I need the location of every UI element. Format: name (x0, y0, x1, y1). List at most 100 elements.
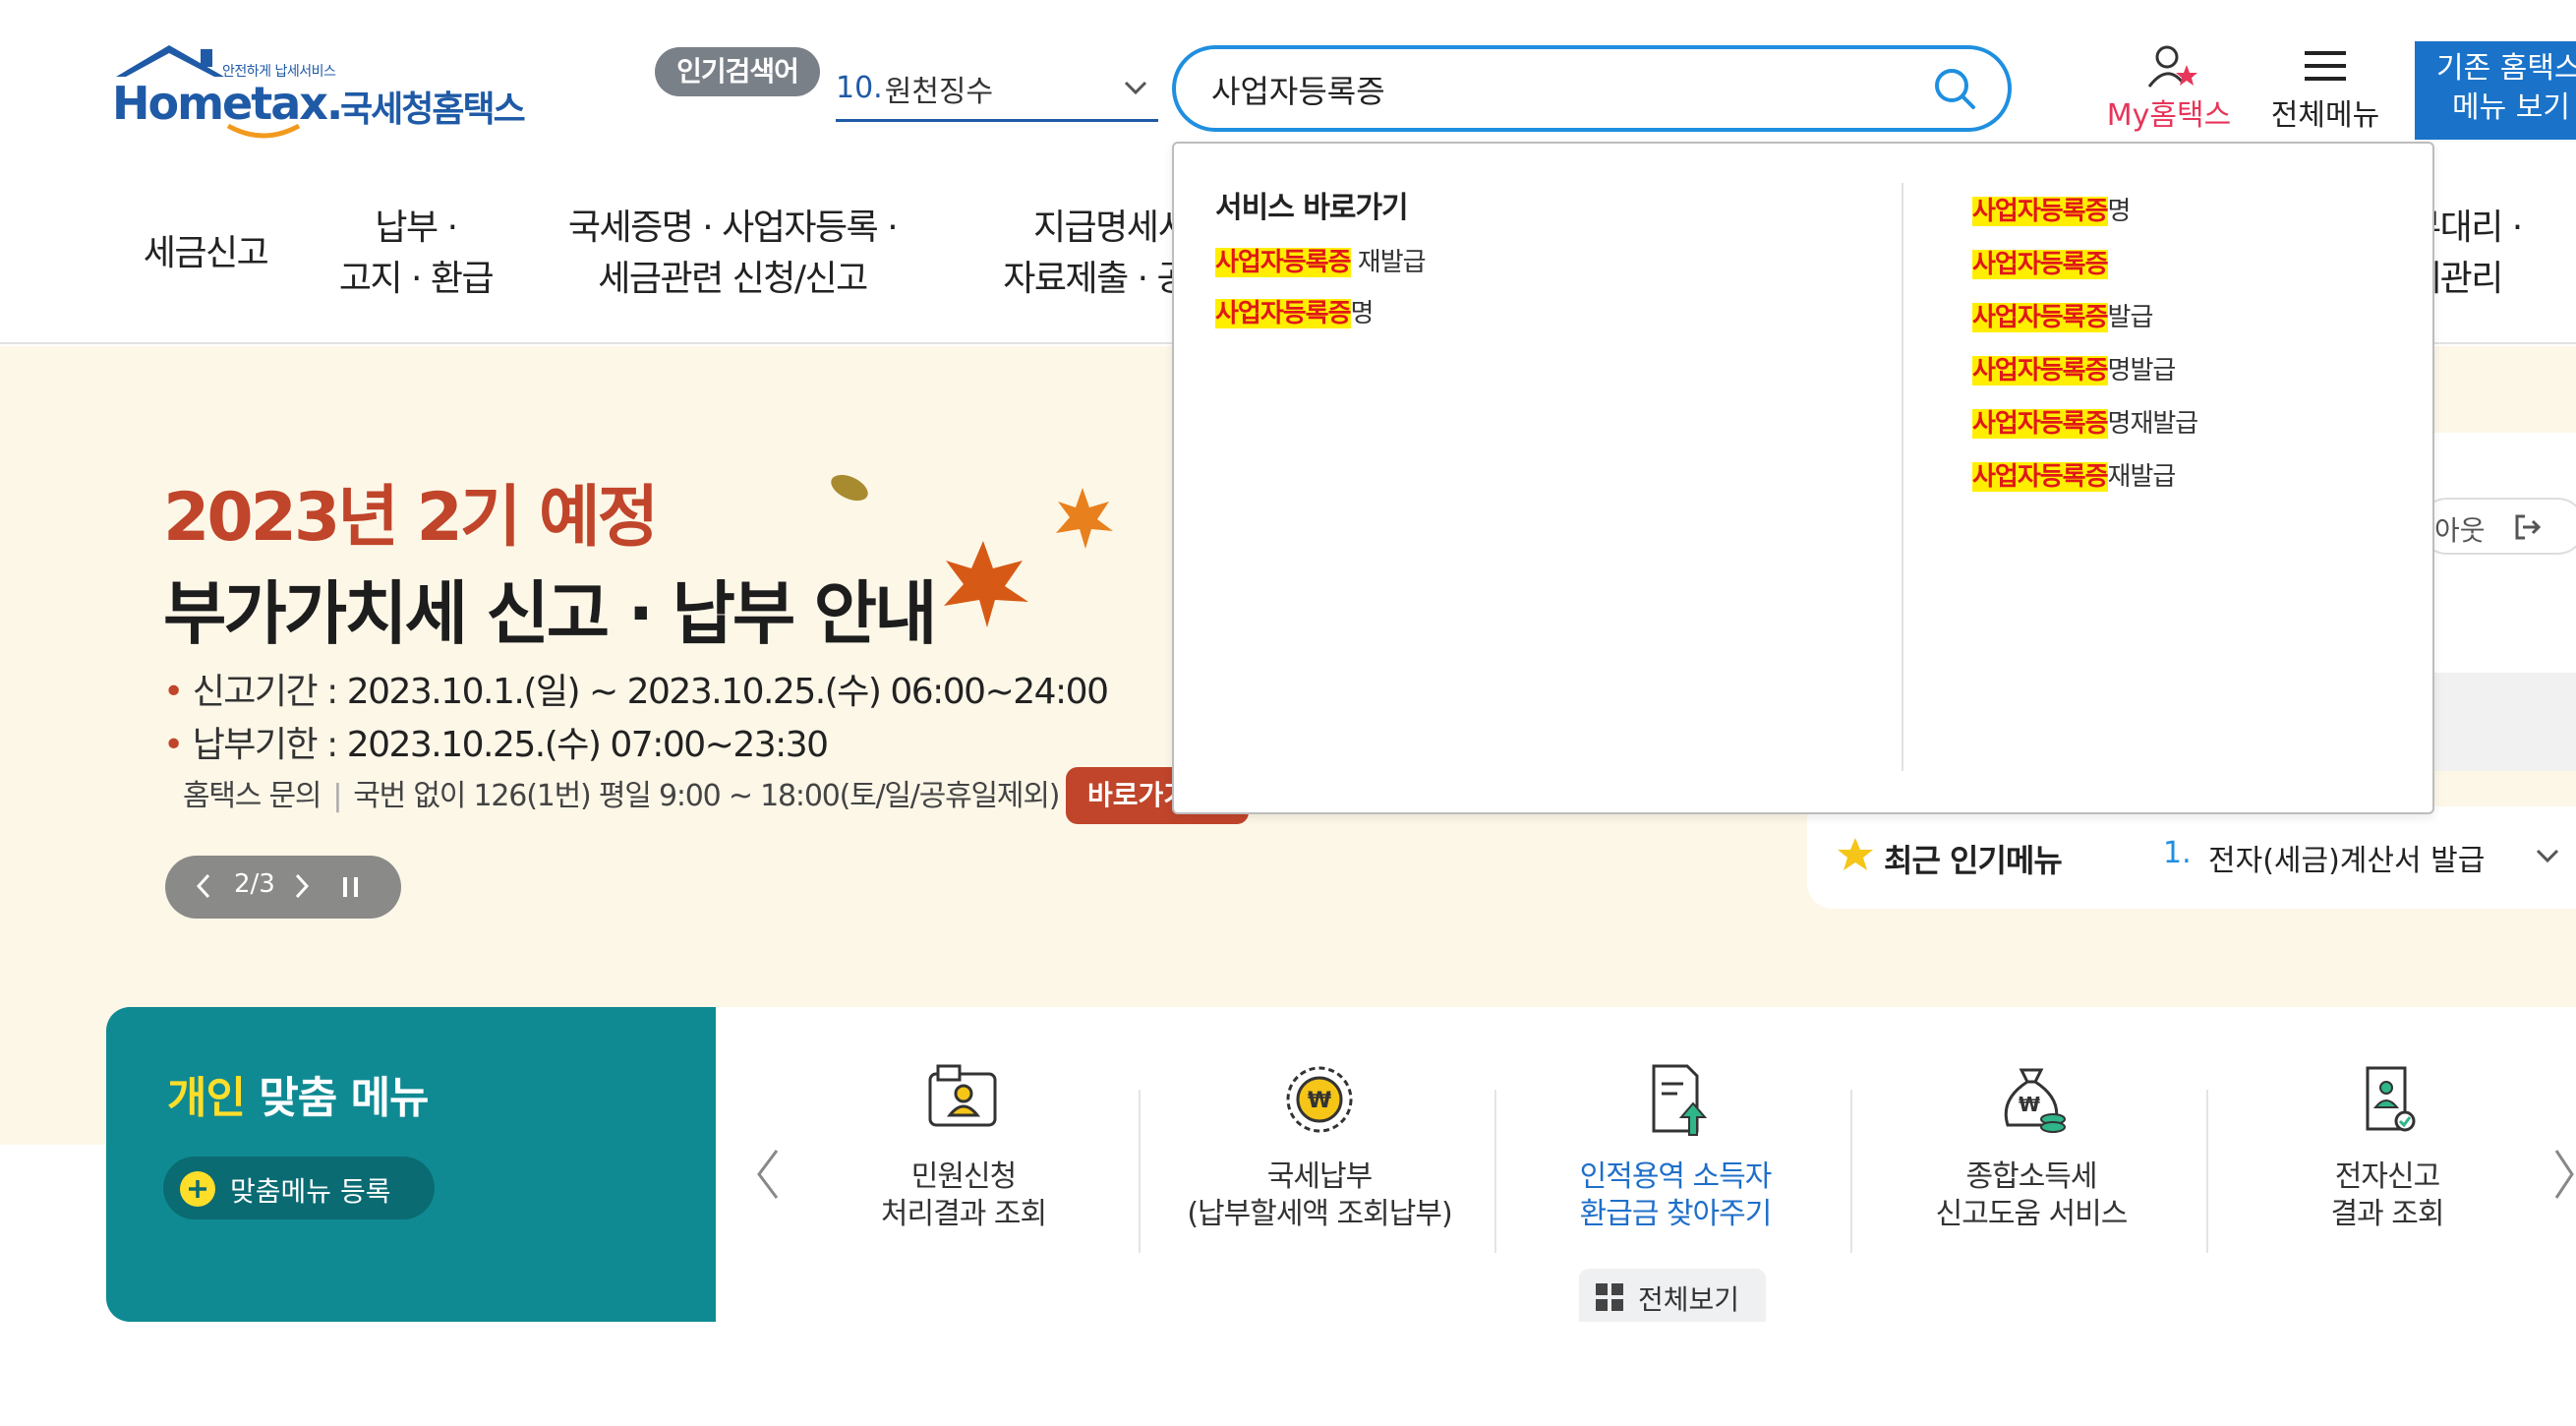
dropdown-item[interactable]: 사업자등록증명 (1972, 191, 2132, 227)
my-hometax-label: My홈택스 (2106, 98, 2232, 133)
recent-menu-value: 전자(세금)계산서 발급 (2208, 844, 2486, 878)
contact-label: 홈택스 문의 (183, 779, 322, 813)
view-all-button[interactable]: 전체보기 (1579, 1269, 1766, 1322)
chevron-down-icon (2536, 849, 2559, 863)
search-autocomplete-dropdown: 서비스 바로가기 사업자등록증 재발급 사업자등록증명 사업자등록증명 사업자등… (1172, 142, 2434, 814)
dropdown-item[interactable]: 사업자등록증명발급 (1972, 350, 2176, 386)
won-coin-icon: ₩ (1286, 1066, 1353, 1133)
logout-button[interactable]: 아웃 (2419, 498, 2576, 555)
title-rest: 맞춤 메뉴 (244, 1073, 429, 1123)
item-rest: 명재발급 (2107, 409, 2199, 439)
old-hometax-menu-button[interactable]: 기존 홈택스 메뉴 보기 (2415, 41, 2576, 140)
hometax-logo[interactable]: 안전하게 납세서비스 Hometax. 국세청홈택스 (106, 39, 529, 148)
logout-label: 아웃 (2434, 514, 2486, 547)
banner-title: 부가가치세 신고 · 납부 안내 (163, 573, 937, 654)
logo-smile-icon (226, 123, 301, 139)
register-custom-menu-button[interactable]: 맞춤메뉴 등록 (163, 1157, 435, 1219)
view-all-label: 전체보기 (1638, 1283, 1740, 1316)
personal-menu-panel: 개인 맞춤 메뉴 맞춤메뉴 등록 (106, 1007, 716, 1322)
filing-label: 신고기간 : (192, 672, 347, 712)
highlight-text: 사업자등록증 (1972, 197, 2109, 226)
logout-icon (2515, 514, 2542, 540)
my-hometax-button[interactable]: My홈택스 (2100, 43, 2238, 133)
highlight-text: 사업자등록증 (1972, 250, 2109, 279)
nav-label: 납부 · (375, 208, 458, 248)
refund-document-icon (1652, 1064, 1708, 1136)
carousel-prev-icon[interactable] (753, 1147, 783, 1202)
user-star-icon (2147, 45, 2197, 88)
nav-label: 고지 · 환급 (338, 259, 495, 299)
service-e-filing-result[interactable]: 전자신고 결과 조회 (2220, 1060, 2554, 1253)
nav-label: 세금관련 신청/신고 (598, 259, 868, 299)
nav-item-certificate[interactable]: 국세증명 · 사업자등록 · 세금관련 신청/신고 (551, 203, 914, 305)
search-icon[interactable] (1931, 65, 1978, 112)
pause-icon[interactable] (340, 873, 362, 901)
service-divider (2206, 1090, 2208, 1253)
recent-popular-menu[interactable]: 최근 인기메뉴 1. 전자(세금)계산서 발급 (1807, 806, 2576, 909)
service-label: 전자신고 결과 조회 (2330, 1159, 2445, 1231)
chevron-left-icon[interactable] (193, 871, 214, 901)
dropdown-item[interactable]: 사업자등록증발급 (1972, 297, 2153, 333)
item-rest: 명 (2107, 197, 2132, 226)
dropdown-item[interactable]: 사업자등록증재발급 (1972, 456, 2177, 493)
personal-menu-title: 개인 맞춤 메뉴 (167, 1062, 430, 1125)
dropdown-item[interactable]: 사업자등록증 (1972, 244, 2109, 280)
highlight-text: 사업자등록증 (1972, 356, 2109, 386)
old-menu-line2: 메뉴 보기 (2452, 90, 2570, 125)
service-label: 인적용역 소득자 환급금 찾아주기 (1579, 1159, 1773, 1231)
deadline-value: 2023.10.25.(수) 07:00~23:30 (346, 725, 829, 765)
dropdown-heading: 서비스 바로가기 (1215, 191, 1409, 225)
service-divider (1139, 1090, 1141, 1253)
service-tax-payment[interactable]: ₩ 국세납부 (납부할세액 조회납부) (1152, 1060, 1487, 1253)
e-filing-document-icon (2366, 1066, 2416, 1132)
register-label: 맞춤메뉴 등록 (230, 1175, 391, 1208)
all-menu-label: 전체메뉴 (2270, 98, 2380, 133)
plus-circle-icon (180, 1171, 215, 1207)
service-label: 국세납부 (납부할세액 조회납부) (1187, 1159, 1452, 1231)
chevron-right-icon[interactable] (291, 871, 313, 901)
service-divider (1850, 1090, 1852, 1253)
filing-value: 2023.10.1.(일) ~ 2023.10.25.(수) 06:00~24:… (346, 672, 1109, 712)
highlight-text: 사업자등록증 (1972, 409, 2109, 439)
chevron-down-icon (1124, 81, 1147, 95)
civil-request-icon (928, 1064, 997, 1127)
service-label: 민원신청 처리결과 조회 (880, 1159, 1047, 1231)
logo-korean: 국세청홈택스 (340, 89, 526, 130)
money-bag-icon: ₩ (2004, 1068, 2066, 1133)
dropdown-divider (1902, 183, 1903, 771)
nav-label: 국세증명 · 사업자등록 · (567, 208, 899, 248)
leaf-icon (831, 474, 868, 502)
service-refund-finder[interactable]: 인적용역 소득자 환급금 찾아주기 (1508, 1060, 1843, 1253)
grid-icon (1596, 1283, 1623, 1311)
svg-text:₩: ₩ (2019, 1093, 2040, 1116)
popular-keyword-select[interactable]: 10. 원천징수 (836, 57, 1158, 122)
svg-text:₩: ₩ (1308, 1089, 1331, 1113)
carousel-next-icon[interactable] (2552, 1147, 2576, 1202)
popular-keyword-rank: 10. (836, 71, 883, 105)
all-menu-button[interactable]: 전체메뉴 (2261, 43, 2389, 133)
search-input[interactable] (1211, 63, 1900, 116)
dropdown-item[interactable]: 사업자등록증 재발급 (1215, 242, 1427, 278)
nav-item-tax-filing[interactable]: 세금신고 (142, 228, 269, 279)
nav-item-payment[interactable]: 납부 · 고지 · 환급 (322, 203, 509, 305)
banner-title-red: 2023년 2기 예정 (163, 479, 659, 557)
dropdown-item[interactable]: 사업자등록증명 (1215, 293, 1374, 329)
recent-menu-rank: 1. (2163, 836, 2192, 870)
service-label: 종합소득세 신고도움 서비스 (1935, 1159, 2129, 1231)
highlight-text: 사업자등록증 (1215, 299, 1352, 328)
popular-keyword-badge: 인기검색어 (655, 47, 820, 96)
highlight-text: 사업자등록증 (1972, 303, 2109, 332)
hamburger-icon (2305, 51, 2346, 81)
popular-keyword-text: 원천징수 (884, 74, 994, 109)
bullet-dot: • (163, 725, 193, 765)
search-box (1172, 45, 2012, 132)
dropdown-item[interactable]: 사업자등록증명재발급 (1972, 403, 2199, 440)
maple-leaf-large-icon (944, 541, 1028, 627)
nav-label: 세금신고 (143, 233, 269, 273)
pager-count: 2/3 (234, 869, 275, 899)
maple-leaf-icon (1056, 488, 1113, 549)
item-rest: 재발급 (2107, 462, 2177, 492)
service-civil-result[interactable]: 민원신청 처리결과 조회 (796, 1060, 1131, 1253)
service-income-tax-help[interactable]: ₩ 종합소득세 신고도움 서비스 (1864, 1060, 2198, 1253)
item-rest: 재발급 (1350, 248, 1427, 277)
